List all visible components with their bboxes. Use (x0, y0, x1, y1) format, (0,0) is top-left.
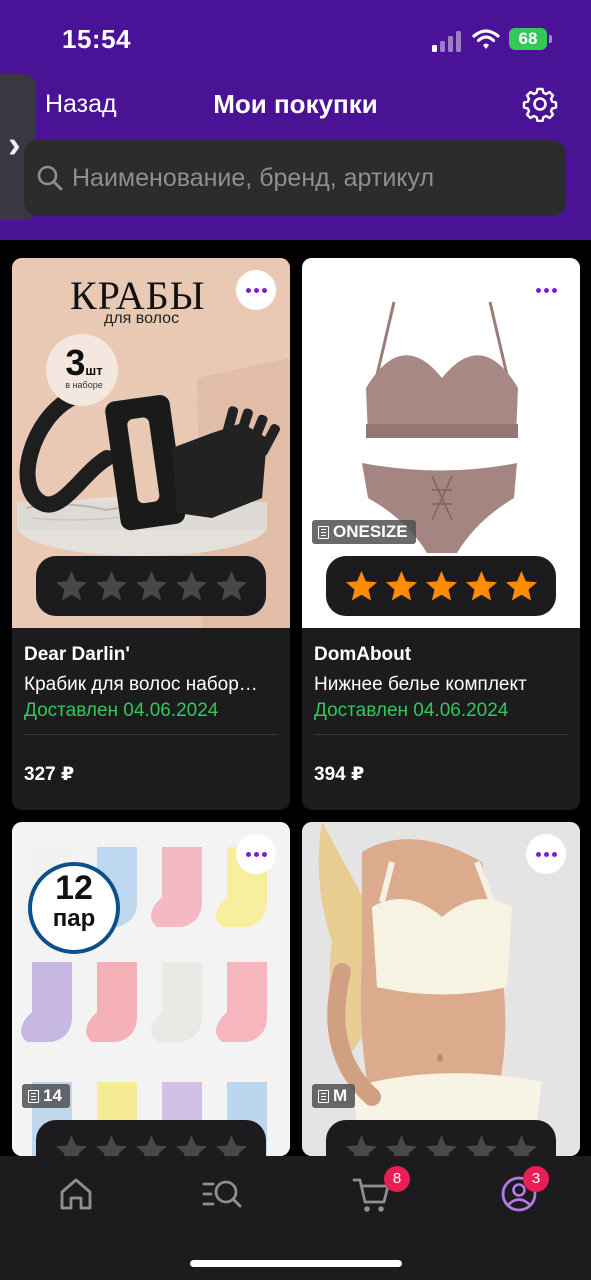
image-badge: 3шт в наборе (52, 342, 116, 390)
image-badge-number: 3 (65, 342, 86, 383)
star-icon[interactable] (214, 1133, 249, 1157)
wifi-icon (472, 29, 500, 49)
product-info: Dear Darlin' Крабик для волос набор… Дос… (24, 628, 278, 786)
signal-icon (432, 30, 462, 52)
size-badge: 14 (22, 1084, 70, 1108)
star-icon[interactable] (54, 569, 89, 604)
product-brand: Dear Darlin' (24, 644, 130, 665)
more-options-button[interactable] (236, 834, 276, 874)
star-icon[interactable] (504, 569, 539, 604)
cart-badge: 8 (384, 1166, 410, 1192)
product-card[interactable]: M (302, 822, 580, 1156)
product-price: 394 ₽ (314, 764, 365, 785)
size-label: ONESIZE (333, 522, 408, 541)
product-name: Крабик для волос набор… (24, 674, 258, 695)
star-icon[interactable] (214, 569, 249, 604)
product-card[interactable]: КРАБЫ для волос 3шт в наборе Dear Darlin… (12, 258, 290, 810)
image-badge-number: 12 (55, 869, 93, 907)
star-icon[interactable] (54, 1133, 89, 1157)
home-indicator (190, 1260, 402, 1267)
divider (24, 734, 278, 735)
image-subtitle: для волос (104, 310, 180, 327)
star-icon[interactable] (424, 569, 459, 604)
size-icon (318, 1089, 329, 1103)
more-options-button[interactable] (236, 270, 276, 310)
star-icon[interactable] (134, 1133, 169, 1157)
battery-indicator: 68 (509, 28, 552, 50)
image-badge-caption: в наборе (65, 380, 103, 390)
more-icon (535, 851, 541, 857)
product-image: ONESIZE (302, 258, 580, 628)
tab-bar: 8 3 (0, 1156, 591, 1280)
status-time: 15:54 (62, 24, 131, 54)
rating-stars[interactable] (36, 556, 266, 616)
star-icon[interactable] (424, 1133, 459, 1157)
chevron-right-icon: › (8, 124, 21, 166)
product-image: M (302, 822, 580, 1156)
star-icon[interactable] (134, 569, 169, 604)
size-label: 14 (43, 1086, 62, 1105)
star-icon[interactable] (344, 569, 379, 604)
image-badge-unit: пар (52, 905, 96, 932)
star-icon[interactable] (464, 569, 499, 604)
size-badge: ONESIZE (312, 520, 416, 544)
size-label: M (333, 1086, 348, 1105)
product-card[interactable]: ONESIZE DomAbout Нижнее белье комплект Д… (302, 258, 580, 810)
star-icon[interactable] (464, 1133, 499, 1157)
rating-stars[interactable] (36, 1120, 266, 1156)
delivery-status: Доставлен 04.06.2024 (24, 700, 219, 721)
delivery-status: Доставлен 04.06.2024 (314, 700, 509, 721)
home-icon[interactable] (54, 1172, 98, 1216)
more-icon (535, 287, 541, 293)
rating-stars[interactable] (326, 556, 556, 616)
product-info: DomAbout Нижнее белье комплект Доставлен… (314, 628, 568, 786)
product-brand: DomAbout (314, 644, 412, 665)
product-price: 327 ₽ (24, 764, 75, 785)
star-icon[interactable] (94, 1133, 129, 1157)
size-icon (318, 525, 329, 539)
star-icon[interactable] (384, 1133, 419, 1157)
search-input[interactable] (72, 140, 552, 216)
rating-stars[interactable] (326, 1120, 556, 1156)
search-icon (37, 165, 63, 191)
more-icon (245, 287, 251, 293)
profile-badge: 3 (523, 1166, 549, 1192)
more-options-button[interactable] (526, 270, 566, 310)
page-title: Мои покупки (213, 89, 378, 119)
star-icon[interactable] (384, 569, 419, 604)
product-card[interactable]: 12 пар 14 (12, 822, 290, 1156)
size-badge: M (312, 1084, 356, 1108)
size-icon (28, 1089, 39, 1103)
header: 15:54 68 › Назад Мои покупки (0, 0, 591, 240)
star-icon[interactable] (174, 569, 209, 604)
star-icon[interactable] (174, 1133, 209, 1157)
star-icon[interactable] (94, 569, 129, 604)
image-badge-unit: шт (85, 363, 103, 378)
profile-tab[interactable]: 3 (497, 1166, 549, 1216)
purchases-grid: КРАБЫ для волос 3шт в наборе Dear Darlin… (0, 240, 591, 1156)
image-badge: 12 пар (30, 870, 118, 932)
product-name: Нижнее белье комплект (314, 674, 527, 695)
cart-tab[interactable]: 8 (350, 1166, 410, 1216)
catalog-search-icon[interactable] (200, 1172, 244, 1216)
star-icon[interactable] (504, 1133, 539, 1157)
more-icon (245, 851, 251, 857)
more-options-button[interactable] (526, 834, 566, 874)
product-image: 12 пар 14 (12, 822, 290, 1156)
divider (314, 734, 568, 735)
status-bar: 15:54 68 (0, 22, 591, 58)
gear-icon[interactable] (522, 86, 558, 122)
product-image: КРАБЫ для волос 3шт в наборе (12, 258, 290, 628)
star-icon[interactable] (344, 1133, 379, 1157)
search-bar (24, 140, 566, 216)
